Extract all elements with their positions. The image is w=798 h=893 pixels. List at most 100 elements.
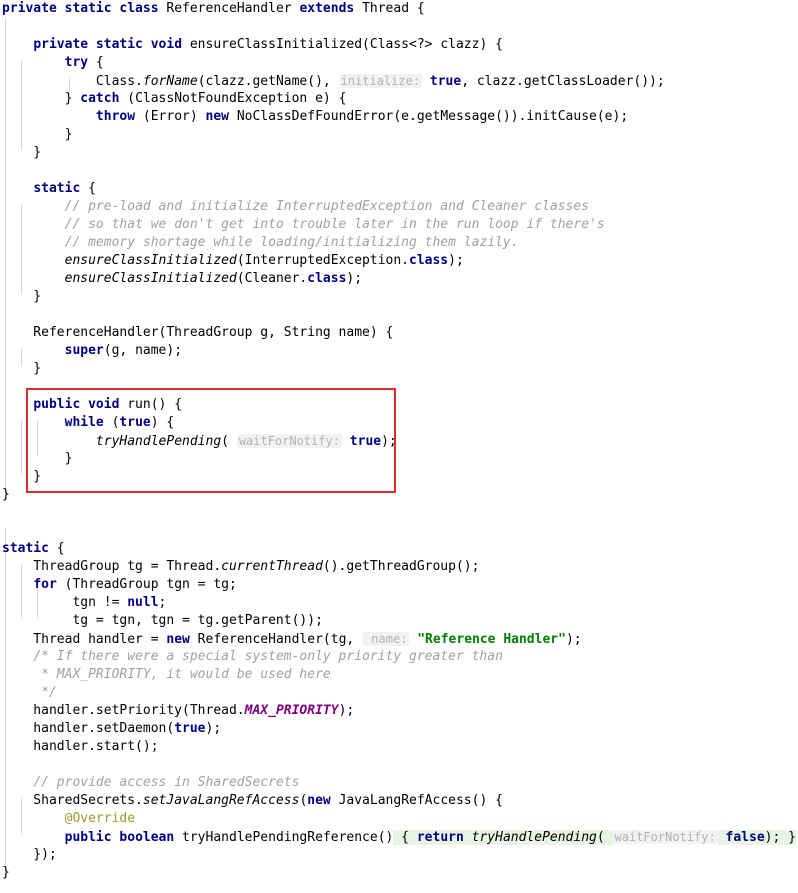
- code-line[interactable]: }: [0, 468, 798, 486]
- code-token: * MAX_PRIORITY, it would be used here: [41, 667, 331, 682]
- code-line[interactable]: ensureClassInitialized(Cleaner.class);: [0, 270, 798, 288]
- code-token: handler.setPriority(Thread.: [2, 703, 245, 718]
- code-token: }: [2, 289, 42, 304]
- code-line[interactable]: private static class ReferenceHandler ex…: [0, 0, 798, 18]
- code-line[interactable]: ReferenceHandler(ThreadGroup g, String n…: [0, 324, 798, 342]
- code-line[interactable]: // pre-load and initialize InterruptedEx…: [0, 198, 798, 216]
- code-token: try: [64, 55, 89, 70]
- code-token: (clazz.getName(),: [197, 74, 339, 89]
- code-line[interactable]: ThreadGroup tg = Thread.currentThread().…: [0, 558, 798, 576]
- code-token: true: [349, 434, 382, 449]
- code-line[interactable]: tg = tgn, tgn = tg.getParent());: [0, 612, 798, 630]
- code-editor-viewport[interactable]: private static class ReferenceHandler ex…: [0, 0, 798, 893]
- code-token: (ThreadGroup tgn = tg;: [56, 577, 237, 592]
- code-line[interactable]: tgn != null;: [0, 594, 798, 612]
- code-token: ) {: [150, 415, 175, 430]
- code-line[interactable]: Thread handler = new ReferenceHandler(tg…: [0, 630, 798, 648]
- code-token: Thread handler =: [2, 632, 167, 647]
- code-token: ThreadGroup tg = Thread.: [2, 559, 222, 574]
- code-token: ().getThreadGroup();: [322, 559, 480, 574]
- code-line[interactable]: [0, 756, 798, 774]
- code-token: tryHandlePendingReference(): [182, 830, 394, 845]
- code-line[interactable]: }: [0, 126, 798, 144]
- code-token: ReferenceHandler(tg,: [189, 632, 363, 647]
- code-token: }: [2, 469, 42, 484]
- code-token: static: [2, 541, 49, 556]
- code-content[interactable]: private static class ReferenceHandler ex…: [0, 0, 798, 882]
- code-token: );: [381, 434, 397, 449]
- code-token: waitForNotify:: [236, 434, 342, 448]
- code-token: }: [2, 361, 42, 376]
- code-line[interactable]: static {: [0, 180, 798, 198]
- code-line[interactable]: public boolean tryHandlePendingReference…: [0, 828, 798, 846]
- code-token: throw: [95, 109, 136, 124]
- code-token: }: [2, 865, 10, 880]
- code-line[interactable]: static {: [0, 540, 798, 558]
- code-token: , clazz.getClassLoader());: [461, 74, 665, 89]
- code-line[interactable]: [0, 504, 798, 522]
- code-line[interactable]: Class.forName(clazz.getName(), initializ…: [0, 72, 798, 90]
- code-line[interactable]: }: [0, 144, 798, 162]
- code-line[interactable]: } catch (ClassNotFoundException e) {: [0, 90, 798, 108]
- code-token: {: [393, 830, 417, 845]
- code-line[interactable]: @Override: [0, 810, 798, 828]
- code-line[interactable]: public void run() {: [0, 396, 798, 414]
- code-token: {: [48, 541, 65, 556]
- code-line[interactable]: }: [0, 864, 798, 882]
- code-line[interactable]: super(g, name);: [0, 342, 798, 360]
- code-line[interactable]: private static void ensureClassInitializ…: [0, 36, 798, 54]
- code-line[interactable]: */: [0, 684, 798, 702]
- code-token: ReferenceHandler: [166, 1, 300, 16]
- code-line[interactable]: }: [0, 360, 798, 378]
- code-line[interactable]: }: [0, 486, 798, 504]
- code-token: private static void: [33, 37, 190, 52]
- code-token: ensureClassInitialized: [64, 253, 237, 268]
- code-line[interactable]: try {: [0, 54, 798, 72]
- code-token: ); }: [764, 830, 796, 845]
- code-token: static: [33, 181, 81, 196]
- code-line[interactable]: while (true) {: [0, 414, 798, 432]
- code-token: // memory shortage while loading/initial…: [64, 235, 519, 250]
- code-token: // pre-load and initialize InterruptedEx…: [64, 199, 590, 214]
- code-line[interactable]: throw (Error) new NoClassDefFoundError(e…: [0, 108, 798, 126]
- code-line[interactable]: }: [0, 288, 798, 306]
- code-line[interactable]: [0, 306, 798, 324]
- code-line[interactable]: [0, 18, 798, 36]
- code-line[interactable]: for (ThreadGroup tgn = tg;: [0, 576, 798, 594]
- code-line[interactable]: [0, 162, 798, 180]
- code-line[interactable]: });: [0, 846, 798, 864]
- code-token: [717, 830, 726, 845]
- code-token: true: [119, 415, 151, 430]
- code-line[interactable]: ensureClassInitialized(InterruptedExcept…: [0, 252, 798, 270]
- code-line[interactable]: [0, 378, 798, 396]
- code-line[interactable]: // provide access in SharedSecrets: [0, 774, 798, 792]
- code-token: }: [2, 451, 73, 466]
- code-line[interactable]: SharedSecrets.setJavaLangRefAccess(new J…: [0, 792, 798, 810]
- code-line[interactable]: handler.start();: [0, 738, 798, 756]
- code-line[interactable]: handler.setDaemon(true);: [0, 720, 798, 738]
- code-line[interactable]: [0, 522, 798, 540]
- code-token: for: [33, 577, 57, 592]
- code-token: private static class: [2, 1, 167, 16]
- code-line[interactable]: }: [0, 450, 798, 468]
- code-line[interactable]: /* If there were a special system-only p…: [0, 648, 798, 666]
- code-token: );: [205, 721, 222, 736]
- code-line[interactable]: tryHandlePending( waitForNotify: true);: [0, 432, 798, 450]
- code-token: true: [174, 721, 206, 736]
- code-line[interactable]: // memory shortage while loading/initial…: [0, 234, 798, 252]
- code-line[interactable]: * MAX_PRIORITY, it would be used here: [0, 666, 798, 684]
- code-token: public void: [33, 397, 128, 412]
- code-line[interactable]: handler.setPriority(Thread.MAX_PRIORITY)…: [0, 702, 798, 720]
- code-token: (: [596, 830, 613, 845]
- code-token: tryHandlePending: [471, 830, 597, 845]
- code-token: Thread {: [362, 1, 425, 16]
- code-line[interactable]: // so that we don't get into trouble lat…: [0, 216, 798, 234]
